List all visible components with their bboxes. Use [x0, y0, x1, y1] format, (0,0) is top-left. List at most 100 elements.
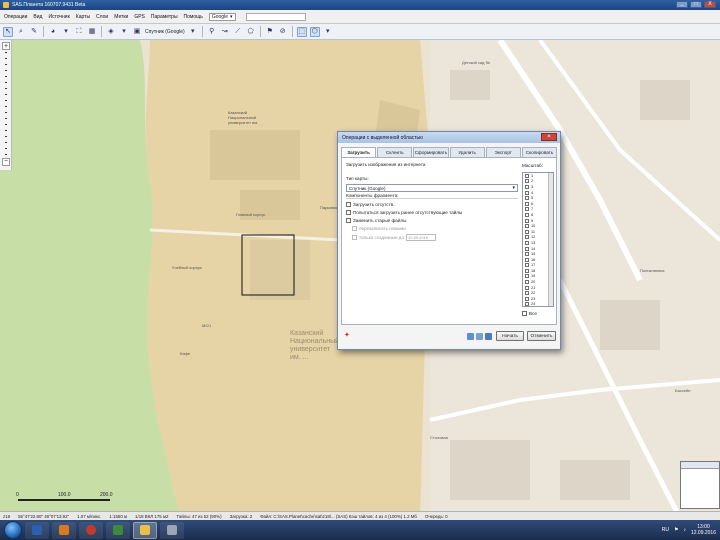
tab-export[interactable]: Экспорт — [485, 147, 521, 157]
checkbox[interactable] — [525, 224, 529, 229]
checkbox[interactable] — [525, 190, 529, 195]
checkbox[interactable] — [525, 268, 529, 273]
menu-gps[interactable]: GPS — [134, 14, 145, 20]
checkbox[interactable] — [525, 212, 529, 217]
checkbox[interactable] — [525, 246, 529, 251]
dialog-title-bar[interactable]: Операции с выделенной областью × — [338, 132, 560, 143]
checkbox-row[interactable]: только созданные до 12.09.2016 — [352, 234, 437, 241]
select-polygon-icon[interactable]: ⬡ — [309, 26, 320, 37]
select-rectangle-icon[interactable]: ⬚ — [296, 26, 307, 37]
overview-mini-map[interactable] — [680, 461, 720, 509]
checkbox[interactable] — [525, 296, 529, 301]
checkbox[interactable] — [525, 240, 529, 245]
close-button[interactable]: X — [704, 1, 716, 8]
zoom-slider[interactable] — [5, 52, 7, 156]
cancel-button[interactable]: Отменить — [527, 331, 556, 341]
checkbox[interactable] — [525, 235, 529, 240]
levels-scrollbar[interactable] — [548, 173, 553, 306]
tab-delete[interactable]: Удалить — [449, 147, 485, 157]
all-levels-row[interactable]: Все — [522, 311, 537, 316]
minimize-button[interactable]: _ — [676, 1, 688, 8]
chevron-down-icon[interactable]: ▾ — [323, 27, 333, 37]
grid-icon[interactable]: ▦ — [87, 27, 97, 37]
tab-stitch[interactable]: Склеить — [377, 147, 413, 157]
map-source-select[interactable]: Спутник (Google) ▾ — [346, 184, 518, 192]
start-button[interactable] — [4, 521, 22, 539]
ruler-icon[interactable]: ⟋ — [233, 27, 243, 37]
marks-icon[interactable]: ⚑ — [265, 27, 275, 37]
menu-settings[interactable]: Параметры — [151, 14, 178, 20]
checkbox[interactable] — [525, 196, 529, 201]
checkbox[interactable] — [525, 274, 529, 279]
chevron-down-icon[interactable]: ▾ — [61, 27, 71, 37]
menu-help[interactable]: Помощь — [184, 14, 203, 20]
polygon-icon[interactable]: ⬠ — [246, 27, 256, 37]
taskbar-app-3[interactable] — [79, 521, 103, 539]
zoom-in-button[interactable]: + — [2, 42, 10, 50]
zoom-tool-icon[interactable]: ⌕ — [16, 27, 26, 37]
map-type-label[interactable]: Спутник (Google) — [145, 29, 185, 35]
tab-generate[interactable]: Сформировать — [413, 147, 449, 157]
search-icon[interactable] — [476, 333, 483, 340]
menu-source[interactable]: Источник — [48, 14, 69, 20]
checkbox[interactable] — [525, 252, 529, 257]
checkbox[interactable] — [522, 311, 527, 316]
map-source-icon[interactable]: ▣ — [132, 27, 142, 37]
flag-icon[interactable]: ⚑ — [674, 527, 678, 533]
taskbar-app-2[interactable] — [52, 521, 76, 539]
volume-icon[interactable]: ♪ — [683, 527, 686, 533]
checkbox[interactable] — [525, 184, 529, 189]
clock[interactable]: 13:00 12.09.2016 — [691, 524, 716, 536]
globe-icon[interactable]: ◕ — [48, 27, 58, 37]
checkbox[interactable] — [525, 218, 529, 223]
checkbox[interactable] — [525, 280, 529, 285]
zoom-out-button[interactable]: − — [2, 158, 10, 166]
checkbox[interactable] — [346, 210, 351, 215]
checkbox-row[interactable]: Заменить старые файлы — [346, 218, 406, 223]
taskbar-app-4[interactable] — [106, 521, 130, 539]
link-icon[interactable] — [467, 333, 474, 340]
date-field[interactable]: 12.09.2016 — [406, 234, 437, 241]
checkbox[interactable] — [346, 218, 351, 223]
move-tool-icon[interactable]: ↖ — [3, 26, 13, 37]
menu-maps[interactable]: Карты — [76, 14, 90, 20]
checkbox[interactable] — [352, 235, 357, 240]
search-input[interactable] — [245, 12, 306, 21]
save-icon[interactable] — [485, 333, 492, 340]
language-indicator[interactable]: RU — [662, 527, 669, 533]
tab-download[interactable]: Загрузить — [341, 147, 377, 157]
tab-copy[interactable]: Скопировать — [521, 147, 558, 157]
search-engine-select[interactable]: Google ▾ — [208, 12, 236, 21]
stop-icon[interactable]: ⊘ — [278, 27, 288, 37]
pencil-icon[interactable]: ✎ — [29, 27, 39, 37]
checkbox-row[interactable]: Попытаться загрузить ранее отсутствующие… — [346, 210, 462, 215]
zoom-levels-list[interactable]: 1 2 3 4 5 6 7 8 9 10 11 12 13 14 15 16 17 18 19 20 21 22 23 24 — [522, 172, 554, 307]
checkbox[interactable] — [352, 226, 357, 231]
checkbox[interactable] — [525, 201, 529, 206]
start-button[interactable]: Начать — [496, 331, 524, 341]
fullscreen-icon[interactable]: ⛶ — [74, 27, 84, 37]
taskbar-app-sasplanet[interactable] — [133, 521, 157, 539]
checkbox[interactable] — [525, 179, 529, 184]
chevron-down-icon[interactable]: ▾ — [119, 27, 129, 37]
checkbox[interactable] — [525, 263, 529, 268]
checkbox-row[interactable]: Загрузить отсутств. — [346, 202, 395, 207]
route-icon[interactable]: ↝ — [220, 27, 230, 37]
taskbar-app-6[interactable] — [160, 521, 184, 539]
menu-operations[interactable]: Операции — [4, 14, 27, 20]
checkbox[interactable] — [525, 173, 529, 178]
menu-view[interactable]: Вид — [33, 14, 42, 20]
layers-icon[interactable]: ◈ — [106, 27, 116, 37]
checkbox[interactable] — [525, 229, 529, 234]
checkbox[interactable] — [525, 302, 529, 306]
dialog-close-button[interactable]: × — [541, 133, 557, 141]
menu-marks[interactable]: Метки — [114, 14, 128, 20]
checkbox[interactable] — [525, 207, 529, 212]
checkbox[interactable] — [525, 291, 529, 296]
checkbox-row[interactable]: перезаписать новыми — [352, 226, 406, 231]
pin-icon[interactable]: ✦ — [344, 332, 352, 340]
chevron-down-icon[interactable]: ▾ — [188, 27, 198, 37]
checkbox[interactable] — [525, 257, 529, 262]
placemark-icon[interactable]: ⚲ — [207, 27, 217, 37]
maximize-button[interactable]: □ — [690, 1, 702, 8]
